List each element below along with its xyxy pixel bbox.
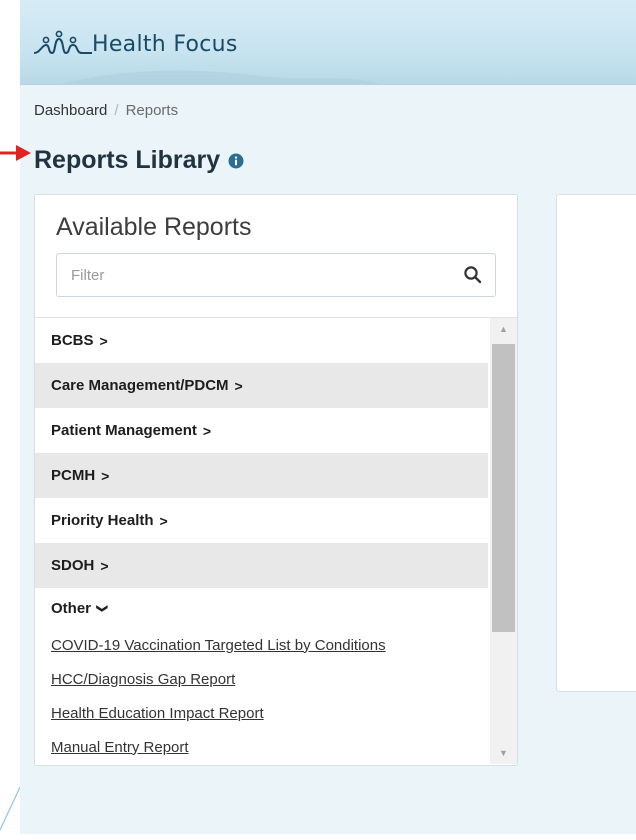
- category-label: PCMH: [51, 467, 96, 484]
- reports-list-container: BCBS > Care Management/PDCM > Patient Ma…: [35, 317, 517, 764]
- category-sdoh[interactable]: SDOH >: [35, 543, 488, 588]
- chevron-right-icon: >: [101, 467, 110, 484]
- scroll-up-icon[interactable]: ▲: [490, 318, 517, 340]
- info-icon[interactable]: [228, 153, 244, 169]
- panel-title: Available Reports: [56, 213, 252, 241]
- scroll-thumb[interactable]: [492, 344, 515, 632]
- list-scrollbar[interactable]: ▲ ▼: [490, 318, 517, 764]
- category-label: BCBS: [51, 332, 94, 349]
- category-pcmh[interactable]: PCMH >: [35, 453, 488, 498]
- filter-box: [56, 253, 496, 297]
- chevron-right-icon: >: [99, 332, 108, 349]
- top-bar: Health Focus: [20, 0, 636, 85]
- chevron-right-icon: >: [234, 377, 243, 394]
- app-window: Health Focus Dashboard / Reports Reports L…: [20, 0, 636, 834]
- page-title: Reports Library: [34, 146, 244, 175]
- breadcrumb-separator: /: [114, 102, 119, 119]
- search-icon[interactable]: [463, 265, 483, 285]
- category-priority-health[interactable]: Priority Health >: [35, 498, 488, 543]
- available-reports-panel: Available Reports BCBS > Care Management…: [34, 194, 518, 766]
- category-label: Care Management/PDCM: [51, 377, 229, 394]
- filter-input[interactable]: [57, 254, 461, 296]
- banner-decoration: [60, 70, 380, 84]
- category-other[interactable]: Other ❯: [35, 588, 488, 628]
- chevron-right-icon: >: [202, 422, 212, 439]
- health-focus-logo-icon: [33, 30, 92, 55]
- category-bcbs[interactable]: BCBS >: [35, 318, 488, 363]
- page-title-text: Reports Library: [34, 146, 221, 174]
- chevron-right-icon: >: [100, 557, 109, 574]
- reports-list: BCBS > Care Management/PDCM > Patient Ma…: [35, 318, 488, 764]
- brand-name: Health Focus: [92, 31, 238, 57]
- category-label: Priority Health: [51, 512, 154, 529]
- category-label: Other: [51, 599, 92, 617]
- category-label: SDOH: [51, 557, 95, 574]
- scroll-down-icon[interactable]: ▼: [490, 742, 517, 764]
- report-detail-panel: [556, 194, 636, 692]
- breadcrumb-dashboard-link[interactable]: Dashboard: [34, 102, 107, 119]
- breadcrumb: Dashboard / Reports: [34, 102, 178, 119]
- category-care-management[interactable]: Care Management/PDCM >: [35, 363, 488, 408]
- report-link-health-education[interactable]: Health Education Impact Report: [35, 696, 488, 730]
- report-link-manual-entry[interactable]: Manual Entry Report: [35, 730, 488, 764]
- chevron-right-icon: >: [159, 512, 168, 529]
- report-link-hcc-gap[interactable]: HCC/Diagnosis Gap Report: [35, 662, 488, 696]
- red-arrow-icon: [0, 145, 31, 161]
- chevron-down-icon: ❯: [96, 603, 109, 613]
- category-label: Patient Management: [51, 422, 197, 439]
- brand-logo[interactable]: Health Focus: [32, 24, 238, 64]
- report-link-covid-vaccination[interactable]: COVID-19 Vaccination Targeted List by Co…: [35, 628, 488, 662]
- category-patient-management[interactable]: Patient Management >: [35, 408, 488, 453]
- breadcrumb-current: Reports: [125, 102, 179, 119]
